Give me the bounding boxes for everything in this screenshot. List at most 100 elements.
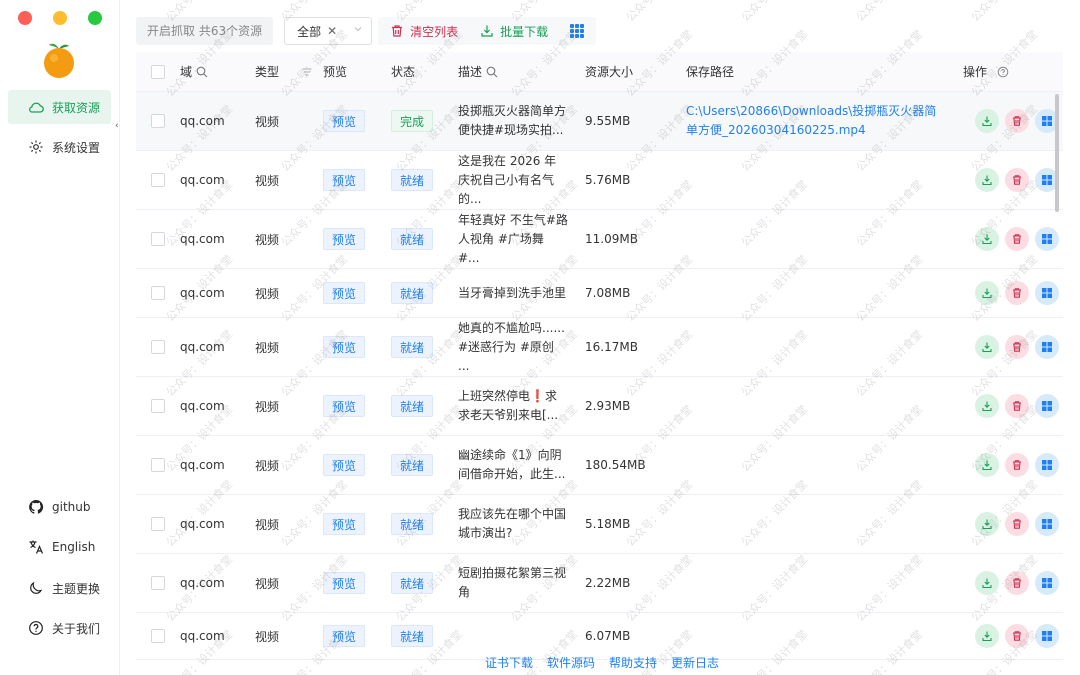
row-delete-button[interactable] (1005, 571, 1029, 595)
table-scrollbar[interactable] (1055, 94, 1059, 212)
row-open-folder-button[interactable] (1035, 281, 1059, 305)
windows-icon (1042, 460, 1052, 470)
batch-download-button[interactable]: 批量下载 (480, 23, 548, 40)
preview-button[interactable]: 预览 (323, 110, 366, 132)
row-checkbox[interactable] (151, 629, 165, 643)
source-code-link[interactable]: 软件源码 (547, 654, 595, 671)
maximize-window-button[interactable] (88, 11, 102, 25)
type-filter-select[interactable]: 全部 ✕ (284, 17, 373, 45)
row-delete-button[interactable] (1005, 624, 1029, 648)
preview-button[interactable]: 预览 (323, 228, 366, 250)
row-domain: qq.com (180, 173, 225, 187)
preview-button[interactable]: 预览 (323, 625, 366, 647)
download-icon (982, 175, 992, 186)
row-delete-button[interactable] (1005, 168, 1029, 192)
row-download-button[interactable] (975, 227, 999, 251)
row-size: 9.55MB (585, 114, 631, 128)
windows-icon (1042, 401, 1052, 411)
select-all-checkbox[interactable] (151, 64, 165, 79)
row-download-button[interactable] (975, 281, 999, 305)
row-checkbox[interactable] (151, 576, 165, 590)
sidebar-item-get-resources[interactable]: 获取资源 (8, 90, 111, 124)
preview-button[interactable]: 预览 (323, 513, 366, 535)
sidebar-item-github[interactable]: github (8, 490, 111, 524)
preview-button[interactable]: 预览 (323, 454, 366, 476)
table-row[interactable]: qq.com 视频 预览 就绪 年轻真好 不生气#路人视角 #广场舞 #... 11.09… (136, 210, 1063, 269)
preview-button[interactable]: 预览 (323, 336, 366, 358)
table-row[interactable]: qq.com 视频 预览 就绪 这是我在 2026 年庆祝自己小有名气的... 5.76M… (136, 151, 1063, 210)
grid-menu-icon[interactable] (570, 24, 585, 38)
row-delete-button[interactable] (1005, 453, 1029, 477)
row-download-button[interactable] (975, 168, 999, 192)
row-open-folder-button[interactable] (1035, 227, 1059, 251)
sidebar-item-about[interactable]: 关于我们 (8, 611, 111, 645)
row-delete-button[interactable] (1005, 281, 1029, 305)
filter-icon[interactable] (301, 66, 313, 78)
table-row[interactable]: qq.com 视频 预览 就绪 我应该先在哪个中国城市演出? 5.18MB (136, 495, 1063, 554)
row-checkbox[interactable] (151, 399, 165, 413)
help-icon[interactable] (997, 66, 1009, 78)
sidebar-item-settings[interactable]: 系统设置 (8, 130, 111, 164)
row-download-button[interactable] (975, 512, 999, 536)
row-download-button[interactable] (975, 624, 999, 648)
row-download-button[interactable] (975, 394, 999, 418)
row-checkbox[interactable] (151, 340, 165, 354)
sidebar-item-theme[interactable]: 主题更换 (8, 571, 111, 605)
github-icon (29, 499, 44, 514)
capture-status[interactable]: 开启抓取 共63个资源 (136, 17, 274, 45)
row-delete-button[interactable] (1005, 512, 1029, 536)
row-open-folder-button[interactable] (1035, 453, 1059, 477)
table-row[interactable]: qq.com 视频 预览 就绪 她真的不尴尬吗......#迷惑行为 #原创 ... 16… (136, 318, 1063, 377)
row-size: 2.93MB (585, 399, 631, 413)
row-checkbox[interactable] (151, 517, 165, 531)
preview-button[interactable]: 预览 (323, 282, 366, 304)
search-icon[interactable] (486, 66, 498, 78)
status-badge: 就绪 (391, 282, 434, 304)
row-delete-button[interactable] (1005, 227, 1029, 251)
row-checkbox[interactable] (151, 458, 165, 472)
collapse-arrow-icon[interactable]: ‹ (115, 121, 119, 131)
preview-button[interactable]: 预览 (323, 169, 366, 191)
row-download-button[interactable] (975, 109, 999, 133)
cert-download-link[interactable]: 证书下载 (485, 654, 533, 671)
close-window-button[interactable] (18, 11, 32, 25)
row-description: 投掷瓶灭火器简单方便快捷#现场实拍... (458, 104, 567, 137)
help-support-link[interactable]: 帮助支持 (609, 654, 657, 671)
row-checkbox[interactable] (151, 286, 165, 300)
row-download-button[interactable] (975, 335, 999, 359)
row-delete-button[interactable] (1005, 335, 1029, 359)
table-row[interactable]: qq.com 视频 预览 就绪 当牙膏掉到洗手池里 7.08MB (136, 269, 1063, 318)
row-checkbox[interactable] (151, 114, 165, 128)
preview-button[interactable]: 预览 (323, 572, 366, 594)
row-open-folder-button[interactable] (1035, 394, 1059, 418)
row-download-button[interactable] (975, 453, 999, 477)
row-open-folder-button[interactable] (1035, 512, 1059, 536)
preview-button[interactable]: 预览 (323, 395, 366, 417)
clear-filter-icon[interactable]: ✕ (327, 24, 337, 38)
table-row[interactable]: qq.com 视频 预览 就绪 幽途续命《1》向阴间借命开始，此生... 180.54MB (136, 436, 1063, 495)
clear-list-button[interactable]: 清空列表 (390, 23, 458, 40)
row-delete-button[interactable] (1005, 394, 1029, 418)
row-download-button[interactable] (975, 571, 999, 595)
table-row[interactable]: qq.com 视频 预览 就绪 6.07MB (136, 613, 1063, 660)
row-checkbox[interactable] (151, 232, 165, 246)
sidebar-item-label: 关于我们 (52, 621, 101, 636)
row-domain: qq.com (180, 458, 225, 472)
download-icon (481, 25, 493, 37)
row-open-folder-button[interactable] (1035, 335, 1059, 359)
changelog-link[interactable]: 更新日志 (671, 654, 719, 671)
row-save-path[interactable]: C:\Users\20866\Downloads\投掷瓶灭火器简单方便_2026… (686, 102, 948, 140)
table-row[interactable]: qq.com 视频 预览 就绪 上班突然停电❗求求老天爷别来电[... 2.93MB (136, 377, 1063, 436)
orange-logo-icon (44, 43, 74, 78)
header-status: 状态 (391, 65, 416, 79)
row-open-folder-button[interactable] (1035, 571, 1059, 595)
row-open-folder-button[interactable] (1035, 624, 1059, 648)
sidebar-item-language[interactable]: English (8, 530, 111, 564)
table-row[interactable]: qq.com 视频 预览 完成 投掷瓶灭火器简单方便快捷#现场实拍... 9.55MB C:… (136, 92, 1063, 151)
search-icon[interactable] (196, 66, 208, 78)
row-checkbox[interactable] (151, 173, 165, 187)
minimize-window-button[interactable] (53, 11, 67, 25)
trash-icon (1013, 234, 1021, 244)
row-delete-button[interactable] (1005, 109, 1029, 133)
table-row[interactable]: qq.com 视频 预览 就绪 短剧拍摄花絮第三视角 2.22MB (136, 554, 1063, 613)
